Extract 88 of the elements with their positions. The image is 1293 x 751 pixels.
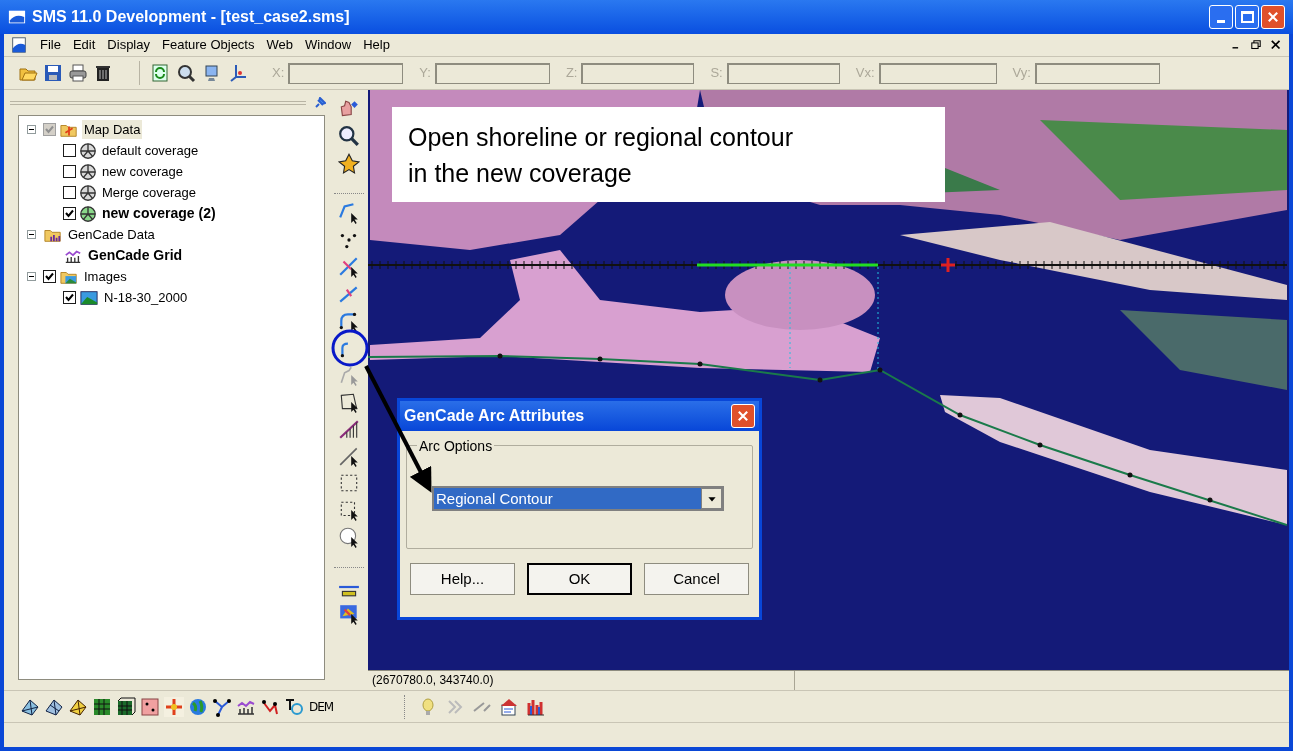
field-label: Vy: <box>1012 64 1031 83</box>
coordinate-field[interactable] <box>726 62 840 84</box>
checkbox[interactable] <box>63 144 76 157</box>
dashed-square-icon[interactable] <box>338 472 360 494</box>
field-label: Vx: <box>855 64 875 83</box>
expander[interactable] <box>27 272 36 281</box>
tree-item-label[interactable]: GenCade Data <box>66 224 157 245</box>
checkbox[interactable] <box>63 291 76 304</box>
arc-type-dropdown[interactable]: Regional Contour <box>432 486 724 511</box>
checkbox[interactable] <box>63 207 76 220</box>
branch-icon[interactable] <box>212 696 232 717</box>
coordinate-field[interactable] <box>434 62 550 84</box>
polygon-pointer-icon[interactable] <box>338 391 360 413</box>
restore-icon[interactable] <box>1249 38 1263 52</box>
close-button[interactable] <box>731 404 755 428</box>
grid-icon[interactable] <box>92 696 112 717</box>
checkbox[interactable] <box>43 270 56 283</box>
dialog-button[interactable]: OK <box>527 563 632 595</box>
menu-item[interactable]: Edit <box>66 35 102 55</box>
zoom-icon[interactable] <box>338 125 360 147</box>
app-logo-icon <box>8 8 26 26</box>
save-icon[interactable] <box>43 63 63 83</box>
dialog-button[interactable]: Help... <box>410 563 515 595</box>
cross-arc-icon[interactable] <box>338 256 360 278</box>
tree-item-label[interactable]: Map Data <box>82 119 143 140</box>
dem-button[interactable]: DEM <box>308 697 335 716</box>
expander[interactable] <box>27 125 36 134</box>
print-icon[interactable] <box>68 63 88 83</box>
coordinate-field[interactable] <box>1034 62 1160 84</box>
disk-pointer-icon[interactable] <box>338 526 360 548</box>
dialog-title: GenCade Arc Attributes <box>404 406 586 426</box>
zoom-icon[interactable] <box>176 63 196 83</box>
menu-item[interactable]: File <box>34 35 67 55</box>
coverage-icon <box>79 183 97 202</box>
north-arrow-icon[interactable] <box>164 696 184 717</box>
field-label: Y: <box>419 64 431 83</box>
image-icon <box>79 288 99 307</box>
tree-item-label[interactable]: default coverage <box>100 140 201 161</box>
dropdown-value: Regional Contour <box>434 488 701 509</box>
plus-marker-icon <box>939 256 957 274</box>
arc-pointer-icon[interactable] <box>338 202 360 224</box>
dialog-button[interactable]: Cancel <box>644 563 749 595</box>
map-pointer-icon[interactable] <box>338 603 360 625</box>
expander[interactable] <box>27 230 36 239</box>
minimize-button[interactable] <box>1209 5 1233 29</box>
trash-icon[interactable] <box>93 63 113 83</box>
globe-icon[interactable] <box>188 696 208 717</box>
tree-item-label[interactable]: new coverage (2) <box>100 203 218 224</box>
instruction-callout: Open shoreline or regional contour in the new coverage <box>392 107 945 202</box>
menu-item[interactable]: Window <box>299 35 358 55</box>
tree-item-label[interactable]: Images <box>82 266 129 287</box>
window-title: SMS 11.0 Development - [test_case2.sms] <box>32 7 351 27</box>
hatched-line-icon[interactable] <box>338 418 360 440</box>
checkbox[interactable] <box>63 186 76 199</box>
coordinate-field[interactable] <box>581 62 695 84</box>
coordinate-field[interactable] <box>878 62 997 84</box>
document-icon <box>10 36 28 54</box>
dashed-square-pointer-icon[interactable] <box>338 499 360 521</box>
checkbox[interactable] <box>63 165 76 178</box>
field-label: X: <box>272 64 285 83</box>
menu-item[interactable]: Web <box>260 35 299 55</box>
text-shape-icon[interactable] <box>284 696 304 717</box>
field-label: S: <box>710 64 723 83</box>
tree-item-label[interactable]: GenCade Grid <box>86 245 185 266</box>
line-pointer-icon[interactable] <box>338 445 360 467</box>
refresh-icon[interactable] <box>150 63 170 83</box>
curved-arc-pointer-icon[interactable] <box>338 310 360 332</box>
faded-arc-pointer-icon[interactable] <box>338 364 360 386</box>
field-label: Z: <box>565 64 578 83</box>
axes-icon[interactable] <box>228 63 248 83</box>
tree-item-label[interactable]: Merge coverage <box>100 182 198 203</box>
menu-item[interactable]: Help <box>357 35 396 55</box>
close-button[interactable] <box>1261 5 1285 29</box>
coordinate-field[interactable] <box>288 62 404 84</box>
coverage-icon <box>79 162 97 181</box>
coverage-icon <box>79 204 97 223</box>
cube-grid-icon[interactable] <box>116 696 136 717</box>
coverage-icon <box>79 141 97 160</box>
menu-item[interactable]: Display <box>101 35 156 55</box>
dice-icon[interactable] <box>140 696 160 717</box>
highlight-circle <box>331 329 369 367</box>
menu-item[interactable]: Feature Objects <box>156 35 261 55</box>
tree-item-label[interactable]: new coverage <box>100 161 185 182</box>
pin-icon[interactable] <box>314 96 326 109</box>
close-icon[interactable] <box>1269 38 1283 52</box>
cursor-coordinates: (2670780.0, 343740.0) <box>368 671 795 690</box>
maximize-button[interactable] <box>1235 5 1259 29</box>
tree-item-label[interactable]: N-18-30_2000 <box>102 287 190 308</box>
